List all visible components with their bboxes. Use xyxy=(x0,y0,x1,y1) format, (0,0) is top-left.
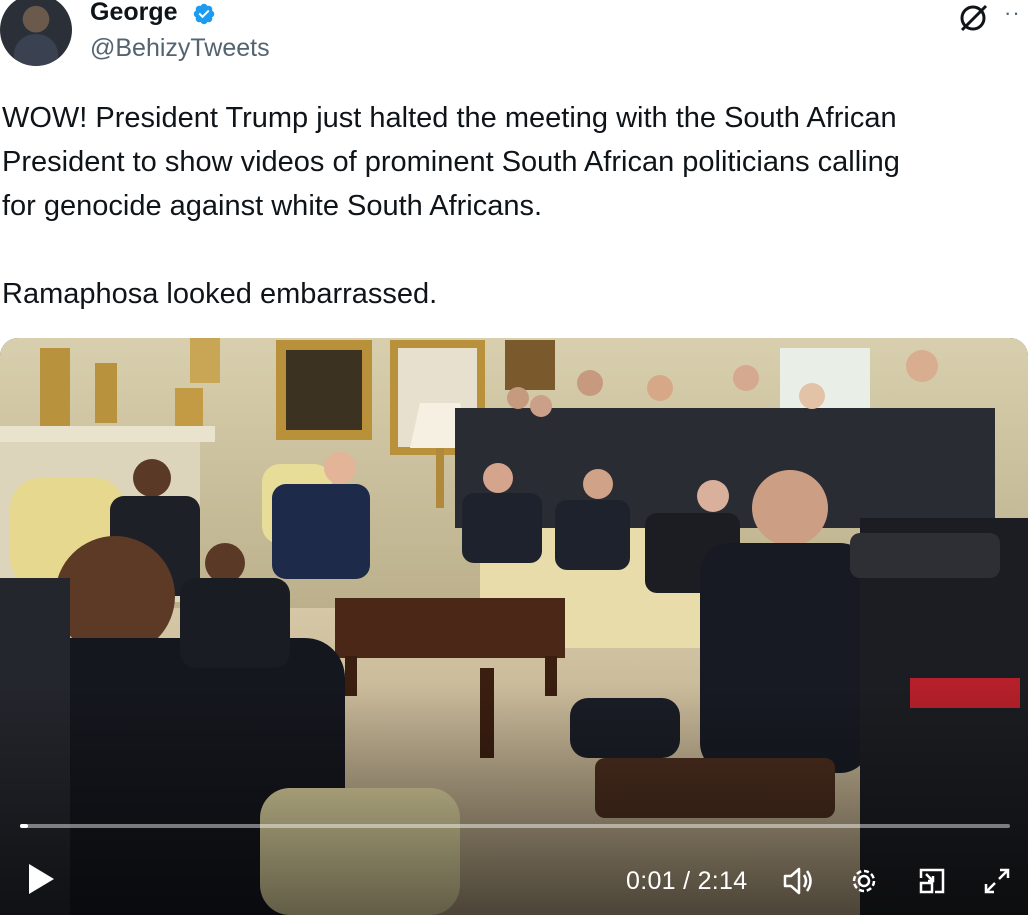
verified-badge-icon xyxy=(193,3,215,25)
video-controls: 0:01 / 2:14 xyxy=(0,850,1028,910)
tweet-text: WOW! President Trump just halted the mee… xyxy=(2,96,1024,316)
author-name[interactable]: George xyxy=(90,0,178,27)
tweet-header: George @BehizyTweets ·· xyxy=(0,0,1028,70)
tweet-text-line: President to show videos of prominent So… xyxy=(2,146,900,178)
tweet-text-line: for genocide against white South African… xyxy=(2,190,543,222)
video-progress-bar[interactable] xyxy=(20,824,1010,828)
avatar[interactable] xyxy=(0,0,72,66)
tweet-text-line: Ramaphosa looked embarrassed. xyxy=(2,278,438,310)
video-time-display: 0:01 / 2:14 xyxy=(626,867,748,895)
picture-in-picture-icon[interactable] xyxy=(915,864,949,898)
settings-gear-icon[interactable] xyxy=(847,864,881,898)
fullscreen-icon[interactable] xyxy=(980,864,1014,898)
video-player[interactable] xyxy=(0,338,1028,915)
volume-icon[interactable] xyxy=(780,864,814,898)
author-handle[interactable]: @BehizyTweets xyxy=(90,34,270,63)
tweet-text-line: WOW! President Trump just halted the mee… xyxy=(2,102,897,134)
video-frame xyxy=(0,338,1028,915)
more-icon[interactable]: ·· xyxy=(1004,0,1021,26)
video-progress-fill xyxy=(20,824,28,828)
play-icon[interactable] xyxy=(26,862,56,896)
grok-icon[interactable] xyxy=(956,0,992,36)
